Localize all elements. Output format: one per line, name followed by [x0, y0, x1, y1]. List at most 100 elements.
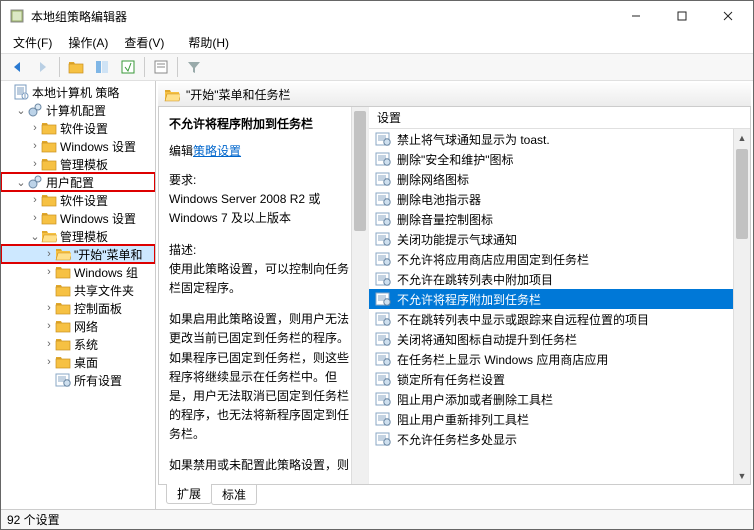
tree-item-label: 本地计算机 策略	[32, 84, 119, 101]
tree-item-label: 管理模板	[60, 228, 108, 245]
menu-view[interactable]: 查看(V)	[116, 32, 172, 53]
tab-standard[interactable]: 标准	[211, 485, 257, 505]
list-item-label: 删除电池指示器	[397, 191, 481, 208]
folder-icon	[55, 264, 71, 280]
settings-icon	[55, 372, 71, 388]
tree-software-settings[interactable]: › 软件设置	[1, 119, 155, 137]
tree-toggle-icon[interactable]: ›	[43, 266, 55, 278]
list-item[interactable]: 在任务栏上显示 Windows 应用商店应用	[369, 349, 733, 369]
menu-help[interactable]: 帮助(H)	[180, 32, 237, 53]
list-item[interactable]: 阻止用户添加或者删除工具栏	[369, 389, 733, 409]
desc-scrollbar[interactable]	[351, 107, 368, 484]
tree-toggle-icon[interactable]: ›	[29, 140, 41, 152]
list-item[interactable]: 删除网络图标	[369, 169, 733, 189]
list-item[interactable]: 关闭功能提示气球通知	[369, 229, 733, 249]
tree-item-label: Windows 设置	[60, 210, 136, 227]
tree-shared-folders[interactable]: 共享文件夹	[1, 281, 155, 299]
tree-item-label: 软件设置	[60, 120, 108, 137]
list-item[interactable]: 锁定所有任务栏设置	[369, 369, 733, 389]
tree-toggle-icon[interactable]: ›	[43, 302, 55, 314]
minimize-button[interactable]	[613, 1, 659, 31]
edit-policy-link[interactable]: 策略设置	[193, 144, 241, 158]
show-hide-tree-button[interactable]	[90, 55, 114, 79]
scroll-up-icon[interactable]: ▲	[734, 129, 750, 146]
tree-all-settings[interactable]: 所有设置	[1, 371, 155, 389]
tree-toggle-icon[interactable]: ›	[29, 122, 41, 134]
menu-file[interactable]: 文件(F)	[5, 32, 60, 53]
tree-root[interactable]: 本地计算机 策略	[1, 83, 155, 101]
setting-icon	[375, 151, 391, 167]
tree-network[interactable]: ›网络	[1, 317, 155, 335]
tab-extended[interactable]: 扩展	[166, 484, 212, 504]
list-item-label: 关闭将通知图标自动提升到任务栏	[397, 331, 577, 348]
tree-item-label: Windows 设置	[60, 138, 136, 155]
tree-toggle-icon[interactable]: ›	[29, 212, 41, 224]
tree-toggle-icon[interactable]: ›	[43, 248, 55, 260]
tree-toggle-icon[interactable]: ›	[43, 338, 55, 350]
policy-title: 不允许将程序附加到任务栏	[169, 115, 358, 132]
setting-icon	[375, 231, 391, 247]
folder-icon	[55, 300, 71, 316]
list-item[interactable]: 禁止将气球通知显示为 toast.	[369, 129, 733, 149]
tree-system[interactable]: ›系统	[1, 335, 155, 353]
tree-windows-settings[interactable]: › Windows 设置	[1, 137, 155, 155]
tree-toggle-icon[interactable]: ⌄	[29, 230, 41, 243]
tree-pane[interactable]: 本地计算机 策略⌄计算机配置›软件设置›Windows 设置›管理模板⌄用户配置…	[1, 81, 156, 509]
setting-icon	[375, 251, 391, 267]
list-item[interactable]: 阻止用户重新排列工具栏	[369, 409, 733, 429]
list-item[interactable]: 不允许将应用商店应用固定到任务栏	[369, 249, 733, 269]
setting-icon	[375, 211, 391, 227]
up-button[interactable]	[64, 55, 88, 79]
tree-toggle-icon[interactable]: ⌄	[15, 176, 27, 189]
tree-user-admin-templates[interactable]: ⌄ 管理模板	[1, 227, 155, 245]
properties-button[interactable]	[149, 55, 173, 79]
policy-icon	[13, 84, 29, 100]
list-header-setting[interactable]: 设置	[369, 107, 750, 129]
folder-icon	[41, 192, 57, 208]
setting-icon	[375, 131, 391, 147]
setting-icon	[375, 171, 391, 187]
tree-user-config[interactable]: ⌄用户配置	[1, 173, 155, 191]
list-item[interactable]: 删除电池指示器	[369, 189, 733, 209]
list-item-label: 阻止用户重新排列工具栏	[397, 411, 529, 428]
list-item[interactable]: 删除"安全和维护"图标	[369, 149, 733, 169]
tree-toggle-icon[interactable]: ⌄	[15, 104, 27, 117]
list-item-label: 不允许在跳转列表中附加项目	[397, 271, 553, 288]
menu-action[interactable]: 操作(A)	[60, 32, 116, 53]
back-button[interactable]	[5, 55, 29, 79]
tree-toggle-icon[interactable]: ›	[43, 320, 55, 332]
export-button[interactable]	[116, 55, 140, 79]
filter-button[interactable]	[182, 55, 206, 79]
setting-icon	[375, 191, 391, 207]
setting-icon	[375, 431, 391, 447]
list-item[interactable]: 关闭将通知图标自动提升到任务栏	[369, 329, 733, 349]
list-item-label: 锁定所有任务栏设置	[397, 371, 505, 388]
menubar: 文件(F) 操作(A) 查看(V) 帮助(H)	[1, 31, 753, 53]
list-item[interactable]: 不允许在跳转列表中附加项目	[369, 269, 733, 289]
list-scrollbar[interactable]: ▲ ▼	[733, 129, 750, 484]
tree-start-menu-taskbar[interactable]: ›"开始"菜单和	[1, 245, 155, 263]
tree-user-software[interactable]: ›软件设置	[1, 191, 155, 209]
list-item-label: 不允许将程序附加到任务栏	[397, 291, 541, 308]
breadcrumb-title: "开始"菜单和任务栏	[186, 86, 291, 103]
tree-computer-config[interactable]: ⌄计算机配置	[1, 101, 155, 119]
close-button[interactable]	[705, 1, 751, 31]
tree-control-panel[interactable]: ›控制面板	[1, 299, 155, 317]
tree-windows-components[interactable]: ›Windows 组	[1, 263, 155, 281]
list-item[interactable]: 不允许任务栏多处显示	[369, 429, 733, 449]
list-item[interactable]: 不在跳转列表中显示或跟踪来自远程位置的项目	[369, 309, 733, 329]
tree-toggle-icon[interactable]: ›	[43, 356, 55, 368]
list-item[interactable]: 删除音量控制图标	[369, 209, 733, 229]
breadcrumb: "开始"菜单和任务栏	[158, 83, 751, 107]
maximize-button[interactable]	[659, 1, 705, 31]
tree-toggle-icon[interactable]: ›	[29, 194, 41, 206]
tree-desktop[interactable]: ›桌面	[1, 353, 155, 371]
scroll-down-icon[interactable]: ▼	[734, 467, 750, 484]
tree-user-windows[interactable]: › Windows 设置	[1, 209, 155, 227]
list-item-label: 删除网络图标	[397, 171, 469, 188]
tree-admin-templates[interactable]: › 管理模板	[1, 155, 155, 173]
forward-button[interactable]	[31, 55, 55, 79]
tree-item-label: 管理模板	[60, 156, 108, 173]
tree-toggle-icon[interactable]: ›	[29, 158, 41, 170]
list-item[interactable]: 不允许将程序附加到任务栏	[369, 289, 733, 309]
